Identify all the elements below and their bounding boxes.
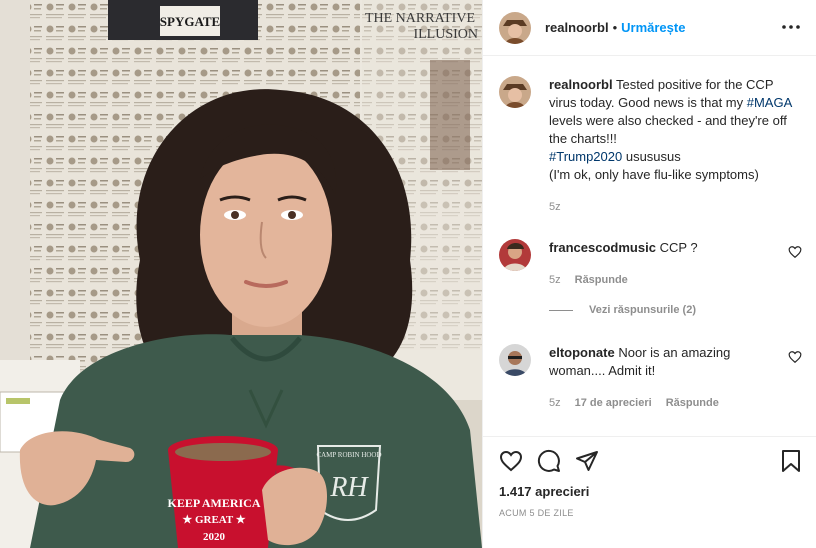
newspaper-headline-narrative: THE NARRATIVE (365, 11, 475, 26)
separator-dot: • (612, 20, 618, 35)
comment-username[interactable]: francescodmusic (549, 240, 656, 255)
comment-item: francescodmusic CCP ? 5z Răspunde (499, 239, 804, 289)
comment-meta: 5z Răspunde (549, 271, 764, 289)
instagram-post: SPYGATE THE NARRATIVE ILLUSION CAMP ROBI… (0, 0, 816, 548)
caption-text-part: usususus (622, 149, 681, 164)
caption-text-part: levels were also checked - and they're o… (549, 113, 787, 146)
sweatshirt-logo: RH (329, 472, 369, 503)
heart-icon[interactable] (499, 449, 523, 473)
comment-item: eltoponate Noor is an amazing woman.... … (499, 344, 804, 412)
mug-text-line-1: KEEP AMERICA (167, 496, 260, 510)
comment-meta: 5z 17 de aprecieri Răspunde (549, 394, 764, 412)
post-photo[interactable]: SPYGATE THE NARRATIVE ILLUSION CAMP ROBI… (0, 0, 482, 548)
replies-divider (549, 309, 573, 311)
comment-username[interactable]: eltoponate (549, 345, 615, 360)
comment-time[interactable]: 5z (549, 394, 561, 412)
comment-time[interactable]: 5z (549, 271, 561, 289)
view-replies-button[interactable]: Vezi răspunsurile (2) (549, 304, 696, 316)
comment-body: eltoponate Noor is an amazing woman.... … (549, 344, 764, 412)
action-icons (499, 449, 599, 473)
comment-like-heart-icon[interactable] (788, 245, 802, 259)
caption-avatar[interactable] (499, 76, 531, 108)
more-options-icon[interactable] (779, 15, 803, 39)
comment-avatar[interactable] (499, 239, 531, 271)
hashtag-trump2020[interactable]: #Trump2020 (549, 149, 622, 164)
view-replies-label[interactable]: Vezi răspunsurile (2) (589, 304, 696, 316)
share-icon[interactable] (575, 449, 599, 473)
reply-button[interactable]: Răspunde (666, 394, 719, 412)
newspaper-headline-spygate: SPYGATE (160, 14, 220, 29)
post-header: realnoorbl • Urmărește (483, 0, 816, 56)
mug-text-line-2: ★ GREAT ★ (182, 514, 245, 526)
hashtag-maga[interactable]: #MAGA (747, 95, 792, 110)
bookmark-icon[interactable] (779, 449, 803, 473)
comment-avatar[interactable] (499, 344, 531, 376)
newspaper-headline-illusion: ILLUSION (413, 27, 478, 42)
avatar[interactable] (499, 11, 531, 44)
reply-button[interactable]: Răspunde (575, 271, 628, 289)
mug-text-line-3: 2020 (203, 531, 226, 543)
post-age[interactable]: ACUM 5 DE ZILE (499, 508, 574, 518)
comment-icon[interactable] (537, 449, 561, 473)
follow-button[interactable]: Urmărește (621, 20, 685, 35)
caption-text: realnoorbl Tested positive for the CCP v… (549, 76, 804, 216)
photo-illustration: SPYGATE THE NARRATIVE ILLUSION CAMP ROBI… (0, 0, 482, 548)
comment-like-heart-icon[interactable] (788, 350, 802, 364)
post-caption: realnoorbl Tested positive for the CCP v… (499, 76, 804, 216)
caption-text-part: (I'm ok, only have flu-like symptoms) (549, 167, 759, 182)
caption-timestamp[interactable]: 5z (549, 198, 804, 216)
caption-username[interactable]: realnoorbl (549, 77, 613, 92)
post-actions: 1.417 aprecieri ACUM 5 DE ZILE (483, 436, 816, 548)
comment-text: CCP ? (659, 240, 698, 255)
comment-likes-count[interactable]: 17 de aprecieri (575, 394, 652, 412)
likes-count[interactable]: 1.417 aprecieri (499, 484, 589, 499)
post-side-panel: realnoorbl • Urmărește realnoorbl Tested… (482, 0, 816, 548)
sweatshirt-logo-top: CAMP ROBIN HOOD (316, 451, 381, 459)
post-author-username[interactable]: realnoorbl (545, 20, 609, 35)
comment-body: francescodmusic CCP ? 5z Răspunde (549, 239, 764, 289)
